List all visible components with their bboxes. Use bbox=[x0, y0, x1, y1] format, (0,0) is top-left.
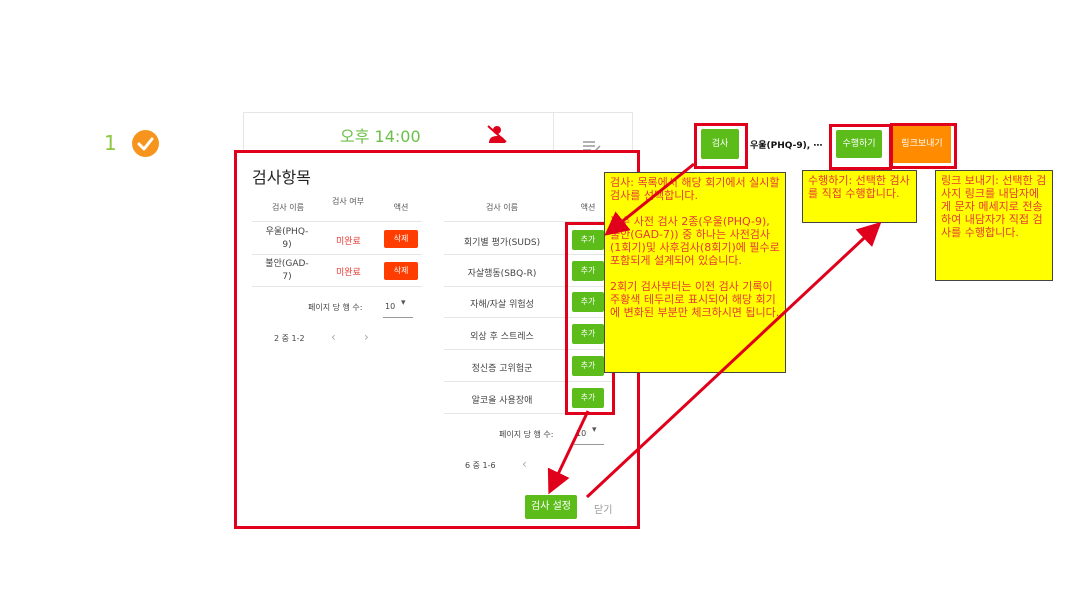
annotation-arrows bbox=[547, 162, 882, 499]
arrow-to-setup-button bbox=[547, 410, 590, 495]
arrow-to-add-buttons bbox=[604, 162, 695, 236]
arrow-to-perform-note bbox=[585, 221, 882, 499]
